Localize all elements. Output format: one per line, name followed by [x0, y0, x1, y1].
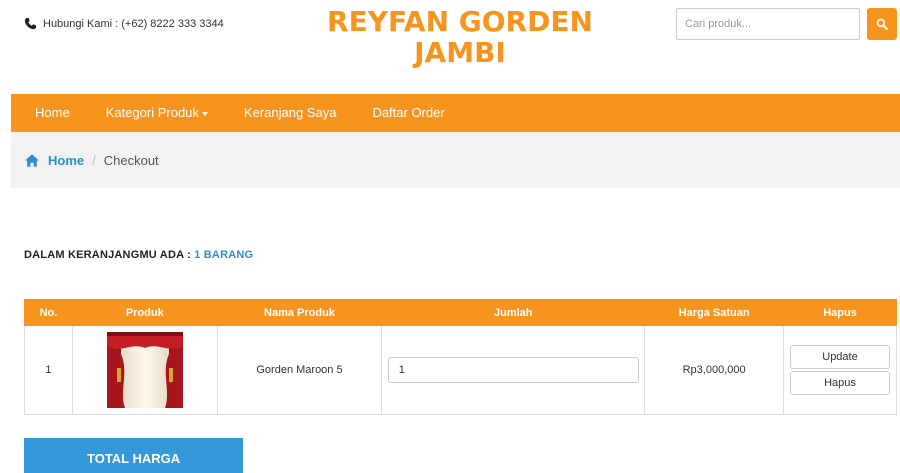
main-nav: Home Kategori Produk Keranjang Saya Daft… — [11, 94, 900, 132]
nav-kategori-label: Kategori Produk — [105, 105, 199, 120]
col-header-produk: Produk — [71, 299, 218, 326]
nav-daftar-order[interactable]: Daftar Order — [354, 94, 462, 132]
contact-info: Hubungi Kami : (+62) 8222 333 3344 — [24, 17, 224, 30]
cart-summary-count: 1 BARANG — [194, 249, 254, 261]
quantity-input[interactable] — [387, 357, 639, 383]
breadcrumb: Home / Checkout — [11, 132, 900, 188]
breadcrumb-current: Checkout — [103, 152, 159, 168]
home-icon — [25, 153, 39, 167]
col-header-hapus: Hapus — [783, 299, 897, 326]
breadcrumb-home-label: Home — [48, 152, 85, 168]
total-price-header: TOTAL HARGA — [24, 438, 243, 473]
nav-keranjang-saya[interactable]: Keranjang Saya — [226, 94, 355, 132]
nav-kategori-produk[interactable]: Kategori Produk — [88, 94, 226, 132]
cart-summary-label: DALAM KERANJANGMU ADA : — [24, 249, 191, 261]
col-header-jumlah: Jumlah — [381, 299, 646, 326]
contact-text: Hubungi Kami : (+62) 8222 333 3344 — [43, 17, 224, 30]
search-icon — [876, 18, 888, 30]
delete-button[interactable]: Hapus — [790, 371, 890, 395]
cart-summary: DALAM KERANJANGMU ADA : 1 BARANG — [24, 249, 253, 261]
phone-icon — [24, 17, 37, 30]
update-button[interactable]: Update — [790, 345, 890, 369]
nav-home[interactable]: Home — [11, 94, 88, 132]
col-header-nama-produk: Nama Produk — [216, 299, 383, 326]
brand-logo[interactable]: REYFAN GORDEN JAMBI — [300, 6, 620, 68]
row-number: 1 — [24, 325, 73, 415]
product-image[interactable] — [106, 332, 183, 408]
col-header-no: No. — [24, 299, 73, 326]
search-input[interactable] — [676, 8, 860, 40]
brand-line-1: REYFAN GORDEN — [327, 5, 593, 38]
unit-price: Rp3,000,000 — [644, 325, 784, 415]
actions-cell: Update Hapus — [783, 325, 897, 415]
table-row: 1 Gorden Maroon 5 1 Rp3,000,000 Update H… — [24, 325, 897, 415]
search-button[interactable] — [867, 8, 897, 40]
product-name: Gorden Maroon 5 — [216, 325, 383, 415]
quantity-cell — [381, 325, 646, 415]
cart-table-header: No. Produk Nama Produk Jumlah Harga Satu… — [24, 299, 897, 326]
breadcrumb-home[interactable]: Home — [25, 153, 84, 168]
col-header-harga-satuan: Harga Satuan — [644, 299, 784, 326]
product-image-cell — [71, 325, 218, 415]
cart-table: No. Produk Nama Produk Jumlah Harga Satu… — [24, 299, 897, 415]
header: Hubungi Kami : (+62) 8222 333 3344 REYFA… — [0, 0, 900, 94]
brand-line-2: JAMBI — [414, 36, 506, 69]
breadcrumb-separator: / — [92, 152, 96, 168]
chevron-down-icon — [201, 111, 208, 116]
